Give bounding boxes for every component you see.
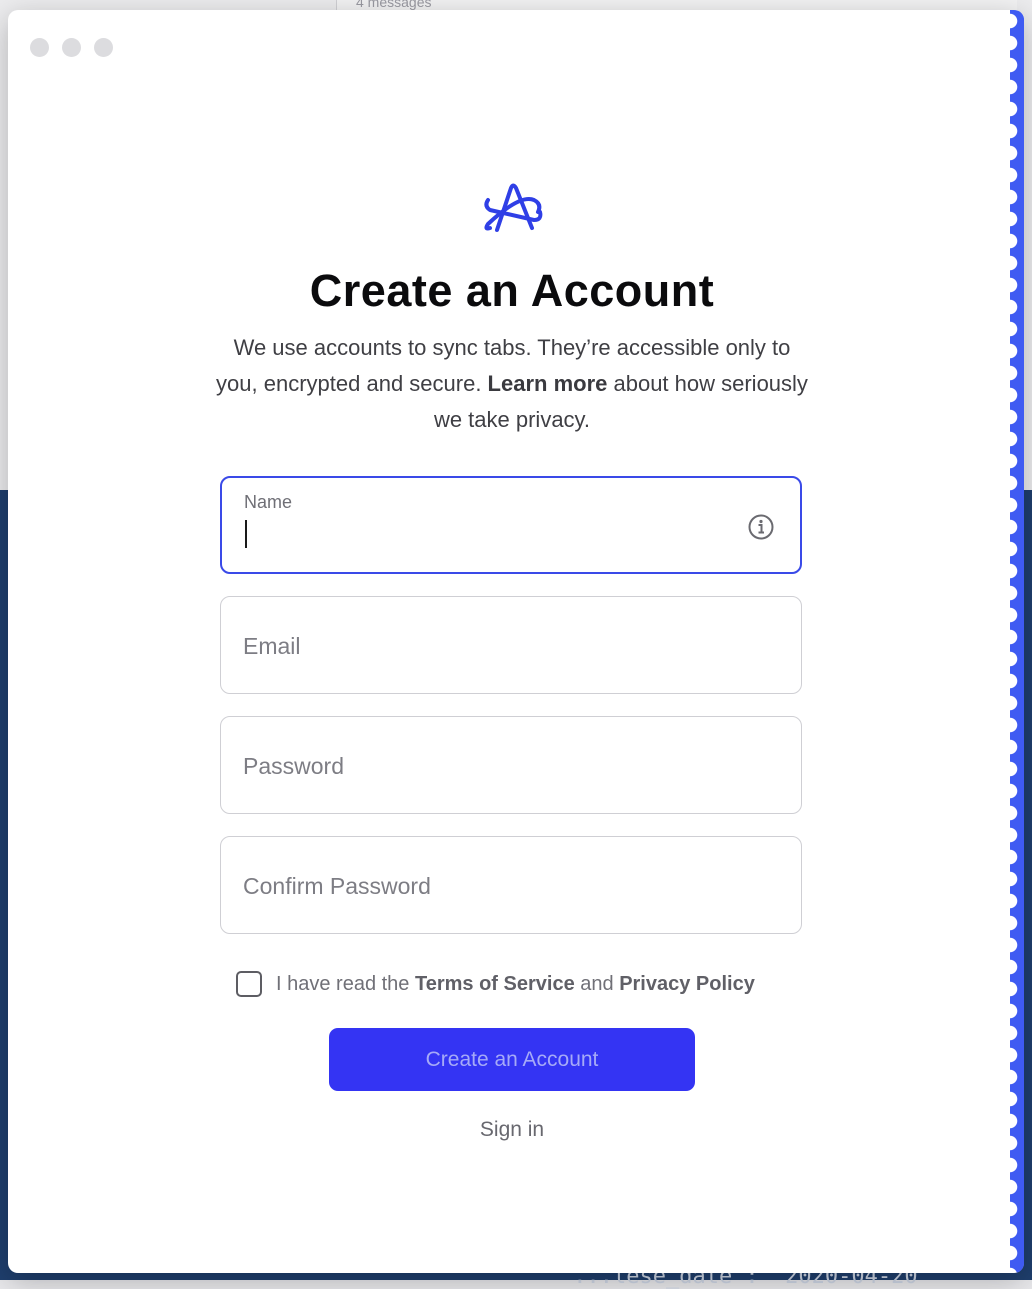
learn-more-link[interactable]: Learn more <box>488 371 608 396</box>
info-icon[interactable] <box>748 514 774 540</box>
password-field[interactable]: Password <box>220 716 802 814</box>
terms-text: I have read the Terms of Service and Pri… <box>276 973 755 996</box>
privacy-policy-link[interactable]: Privacy Policy <box>619 973 755 995</box>
terms-of-service-link[interactable]: Terms of Service <box>415 973 575 995</box>
background-message-count: 4 messages <box>356 0 432 10</box>
signup-window: Create an Account We use accounts to syn… <box>8 10 1024 1273</box>
signup-form: Create an Account We use accounts to syn… <box>8 10 1016 1273</box>
arc-logo-icon <box>484 183 543 232</box>
page-title: Create an Account <box>309 265 715 316</box>
text-caret <box>245 520 247 548</box>
terms-row: I have read the Terms of Service and Pri… <box>236 968 755 1000</box>
create-account-button[interactable]: Create an Account <box>329 1028 695 1091</box>
confirm-password-placeholder: Confirm Password <box>243 873 431 899</box>
password-placeholder: Password <box>243 753 344 779</box>
email-placeholder: Email <box>243 633 301 659</box>
terms-and: and <box>574 972 620 995</box>
sign-in-link[interactable]: Sign in <box>8 1118 1016 1142</box>
terms-prefix: I have read the <box>276 972 415 995</box>
name-field[interactable]: Name <box>220 476 802 574</box>
terms-checkbox[interactable] <box>236 971 262 997</box>
name-field-label: Name <box>244 492 293 512</box>
confirm-password-field[interactable]: Confirm Password <box>220 836 802 934</box>
description-text: We use accounts to sync tabs. They’re ac… <box>212 330 812 438</box>
email-field[interactable]: Email <box>220 596 802 694</box>
